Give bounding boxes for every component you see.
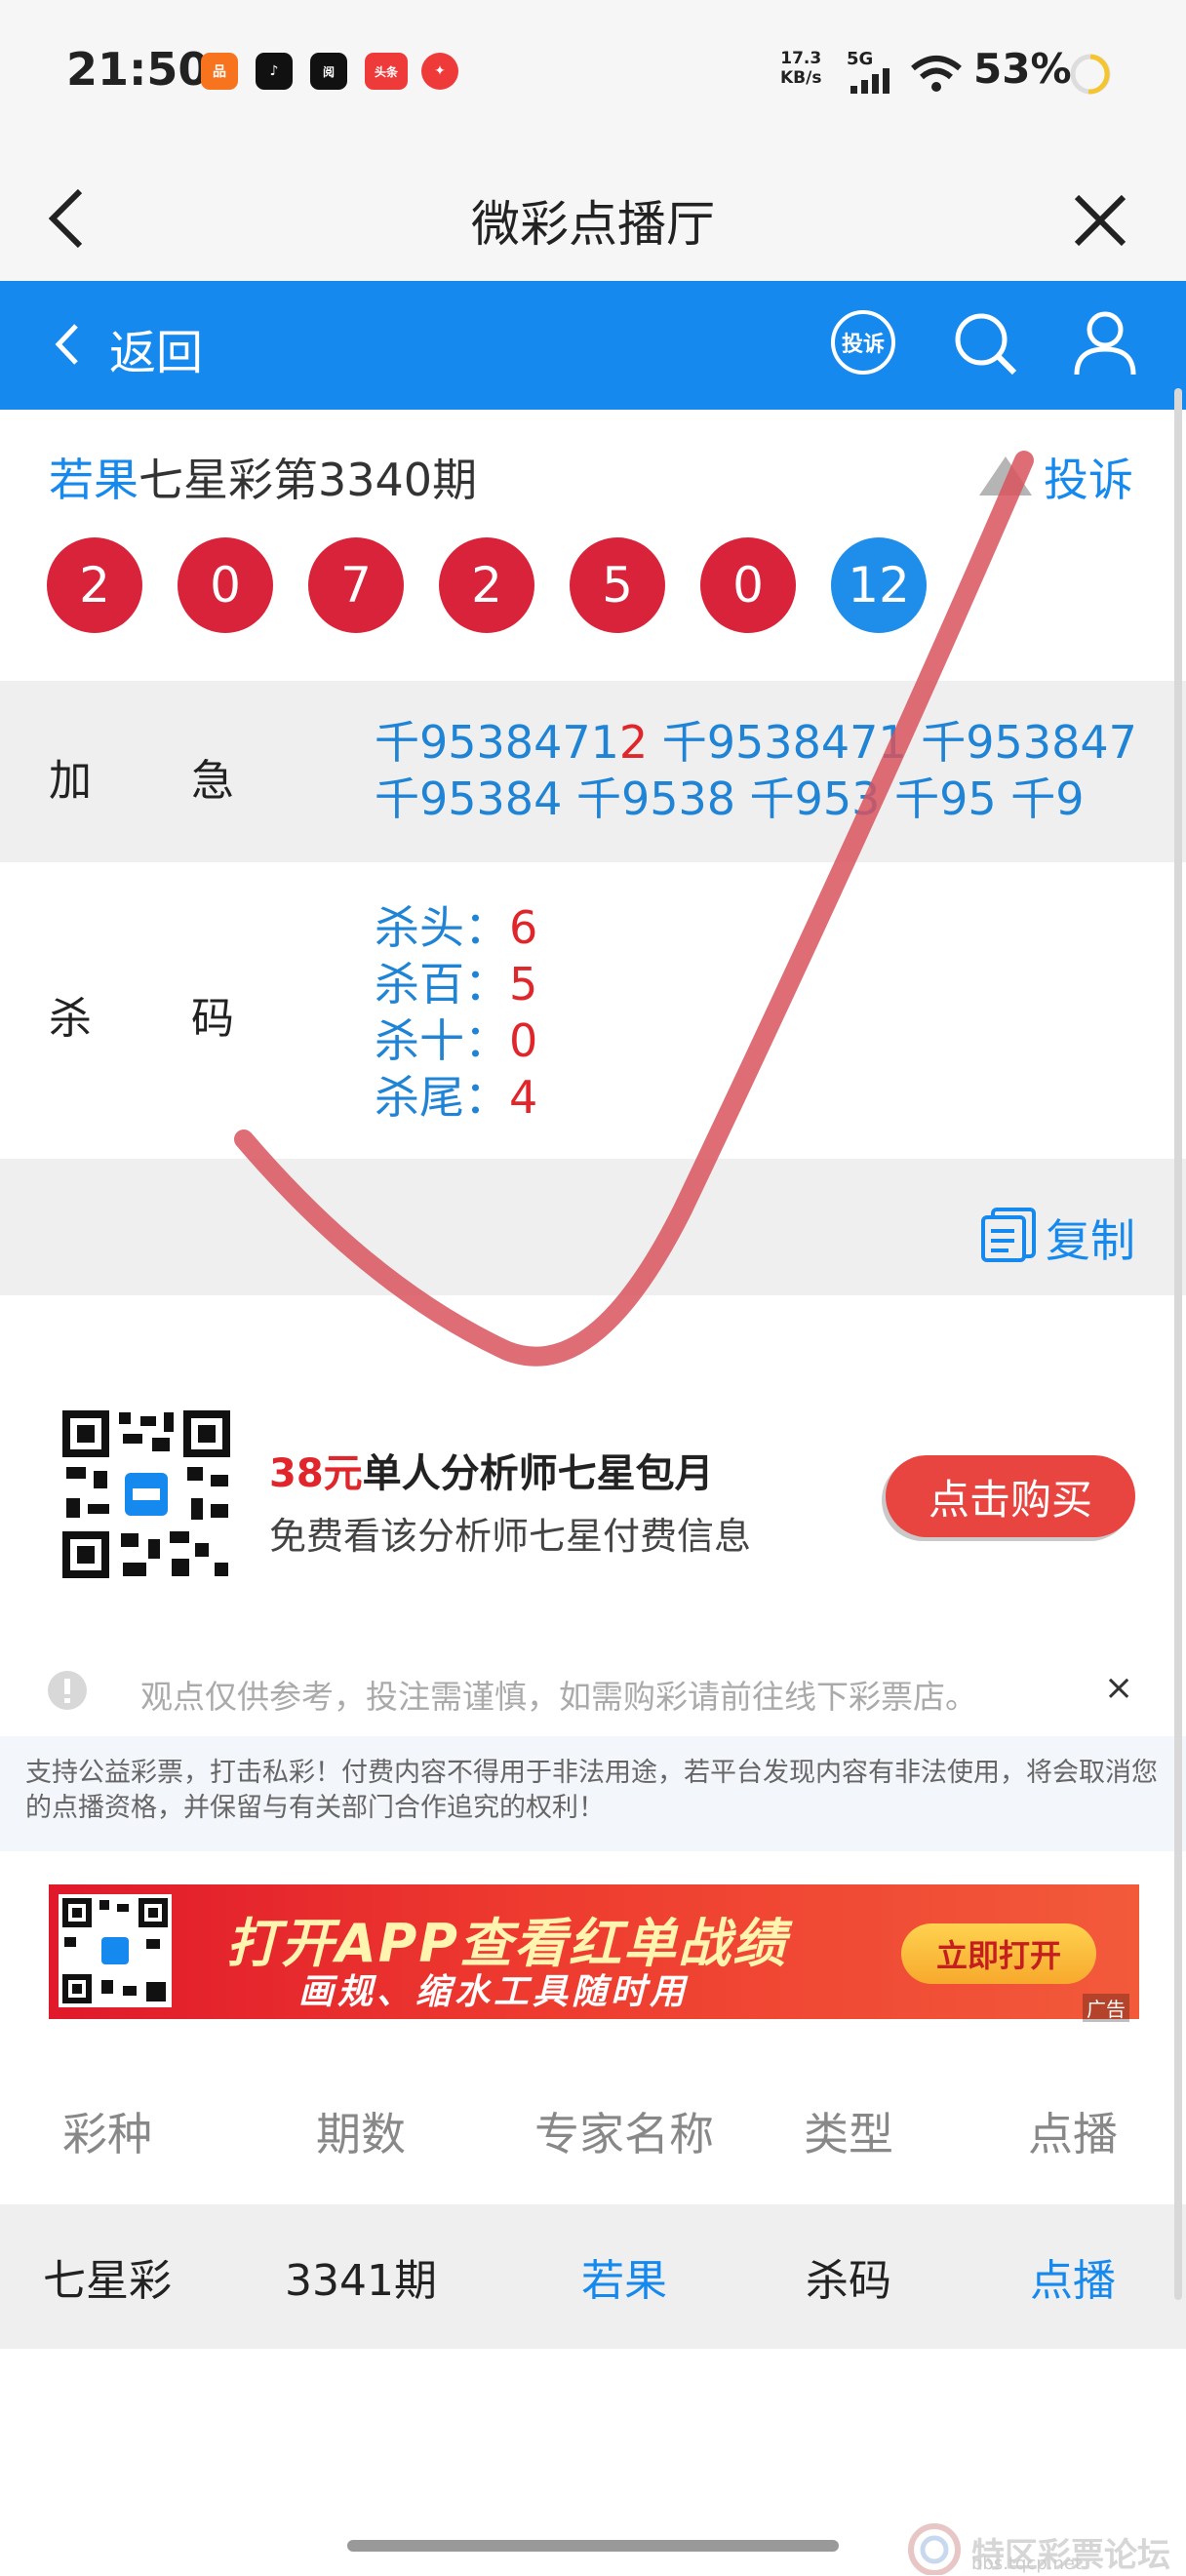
home-indicator[interactable] <box>347 2540 839 2552</box>
shama-item: 杀尾：4 <box>375 1071 538 1124</box>
battery-percent: 53% <box>973 45 1072 93</box>
number-ball: 2 <box>439 537 534 633</box>
chevron-left-icon[interactable] <box>53 322 82 367</box>
issue-title: 若果七星彩第3340期 <box>49 454 478 506</box>
network-type: 5G <box>847 49 874 69</box>
app-notification-icon: 品 <box>201 53 238 90</box>
scrollbar[interactable] <box>1174 388 1182 2300</box>
copy-icon[interactable] <box>979 1206 1038 1262</box>
number-ball: 2 <box>47 537 142 633</box>
shama-item: 杀百：5 <box>375 958 538 1011</box>
back-button[interactable]: 返回 <box>109 314 203 382</box>
banner-subtitle: 画规、缩水工具随时用 <box>298 1972 690 2012</box>
table-header: 点播 <box>1028 2108 1118 2160</box>
complain-link[interactable]: 投诉 <box>1044 445 1133 509</box>
promo-subtitle: 免费看该分析师七星付费信息 <box>269 1515 752 1558</box>
special-number-ball: 12 <box>831 537 927 633</box>
row-shama <box>0 862 1186 1159</box>
user-icon[interactable] <box>1071 308 1139 378</box>
table-cell-issue: 3341期 <box>285 2256 437 2306</box>
table-header: 专家名称 <box>534 2108 714 2160</box>
open-app-button[interactable]: 立即打开 <box>901 1923 1096 1984</box>
reader-app-icon: 阅 <box>310 53 347 90</box>
watermark-url: bbs.tqcp.net <box>971 2554 1083 2574</box>
table-header: 彩种 <box>62 2108 152 2160</box>
toutiao-icon: 头条 <box>365 53 408 90</box>
number-ball: 0 <box>700 537 796 633</box>
disclaimer-text: 支持公益彩票，打击私彩！付费内容不得用于非法用途，若平台发现内容有非法使用，将会… <box>25 1758 1158 1823</box>
table-header: 类型 <box>804 2108 893 2160</box>
wifi-icon <box>911 56 962 92</box>
battery-icon <box>1070 54 1111 95</box>
buy-button[interactable]: 点击购买 <box>886 1455 1135 1537</box>
table-cell-lottery: 七星彩 <box>43 2256 172 2306</box>
table-cell-type: 杀码 <box>806 2256 891 2306</box>
row-label-2: 急 <box>191 756 234 806</box>
forum-logo-icon <box>908 2523 961 2575</box>
notice-close-button[interactable]: × <box>1104 1668 1133 1708</box>
shama-item: 杀头：6 <box>375 901 538 954</box>
network-speed: 17.3 KB/s <box>780 49 822 88</box>
row-label-2: 码 <box>191 994 234 1044</box>
jiaji-value: 千95384712 千9538471 千953847 千95384 千9538 … <box>375 716 1137 825</box>
notice-text: 观点仅供参考，投注需谨慎，如需购彩请前往线下彩票店。 <box>140 1678 977 1716</box>
promo-title: 38元单人分析师七星包月 <box>269 1451 714 1496</box>
number-ball: 5 <box>570 537 665 633</box>
table-header: 期数 <box>316 2108 406 2160</box>
warning-icon[interactable] <box>975 453 1036 499</box>
number-ball: 7 <box>308 537 404 633</box>
table-cell-play[interactable]: 点播 <box>1005 2245 1141 2308</box>
row-label-1: 杀 <box>49 994 92 1044</box>
copy-button[interactable]: 复制 <box>1046 1206 1135 1270</box>
complain-icon[interactable]: 投诉 <box>831 310 895 375</box>
signal-icon <box>850 68 890 94</box>
app-5-icon: ✦ <box>421 53 458 90</box>
shama-list: 杀头：6 杀百：5 杀十：0 杀尾：4 <box>375 899 537 1126</box>
ad-tag: 广告 <box>1083 1994 1129 2022</box>
close-icon[interactable] <box>1073 193 1127 248</box>
author-link[interactable]: 若果 <box>49 454 138 506</box>
info-icon <box>48 1671 87 1710</box>
status-time: 21:50 <box>66 43 210 96</box>
table-cell-expert[interactable]: 若果 <box>527 2245 722 2308</box>
row-label-1: 加 <box>49 756 92 806</box>
tiktok-icon: ♪ <box>256 53 293 90</box>
number-ball: 0 <box>178 537 273 633</box>
shama-item: 杀十：0 <box>375 1014 538 1067</box>
page-title: 微彩点播厅 <box>471 196 715 253</box>
banner-qr-icon <box>59 1894 172 2007</box>
qr-code-icon <box>59 1407 234 1582</box>
search-icon[interactable] <box>952 310 1020 378</box>
